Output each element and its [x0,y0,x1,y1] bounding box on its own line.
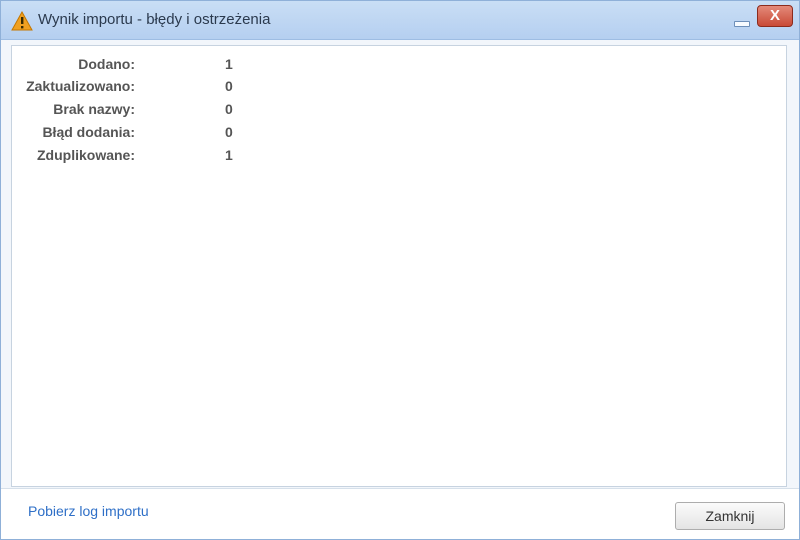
result-label: Zaktualizowano: [26,78,135,94]
warning-icon [11,10,33,31]
result-value: 0 [225,78,233,94]
result-label: Błąd dodania: [42,124,135,140]
result-label: Dodano: [78,56,135,72]
dialog-title: Wynik importu - błędy i ostrzeżenia [38,11,271,28]
download-log-link[interactable]: Pobierz log importu [28,503,149,519]
import-result-dialog: Wynik importu - błędy i ostrzeżenia X Do… [0,0,800,540]
result-label: Brak nazwy: [53,101,135,117]
result-value: 0 [225,124,233,140]
result-value: 1 [225,56,233,72]
dialog-footer: Pobierz log importu Zamknij [1,488,799,539]
import-summary-panel: Dodano: 1 Zaktualizowano: 0 Brak nazwy: … [11,45,787,487]
close-button[interactable]: Zamknij [675,502,785,530]
result-value: 0 [225,101,233,117]
result-label: Zduplikowane: [37,147,135,163]
minimize-button[interactable] [731,12,751,28]
result-value: 1 [225,147,233,163]
dialog-titlebar[interactable]: Wynik importu - błędy i ostrzeżenia X [1,1,799,40]
close-window-button[interactable]: X [757,5,793,27]
